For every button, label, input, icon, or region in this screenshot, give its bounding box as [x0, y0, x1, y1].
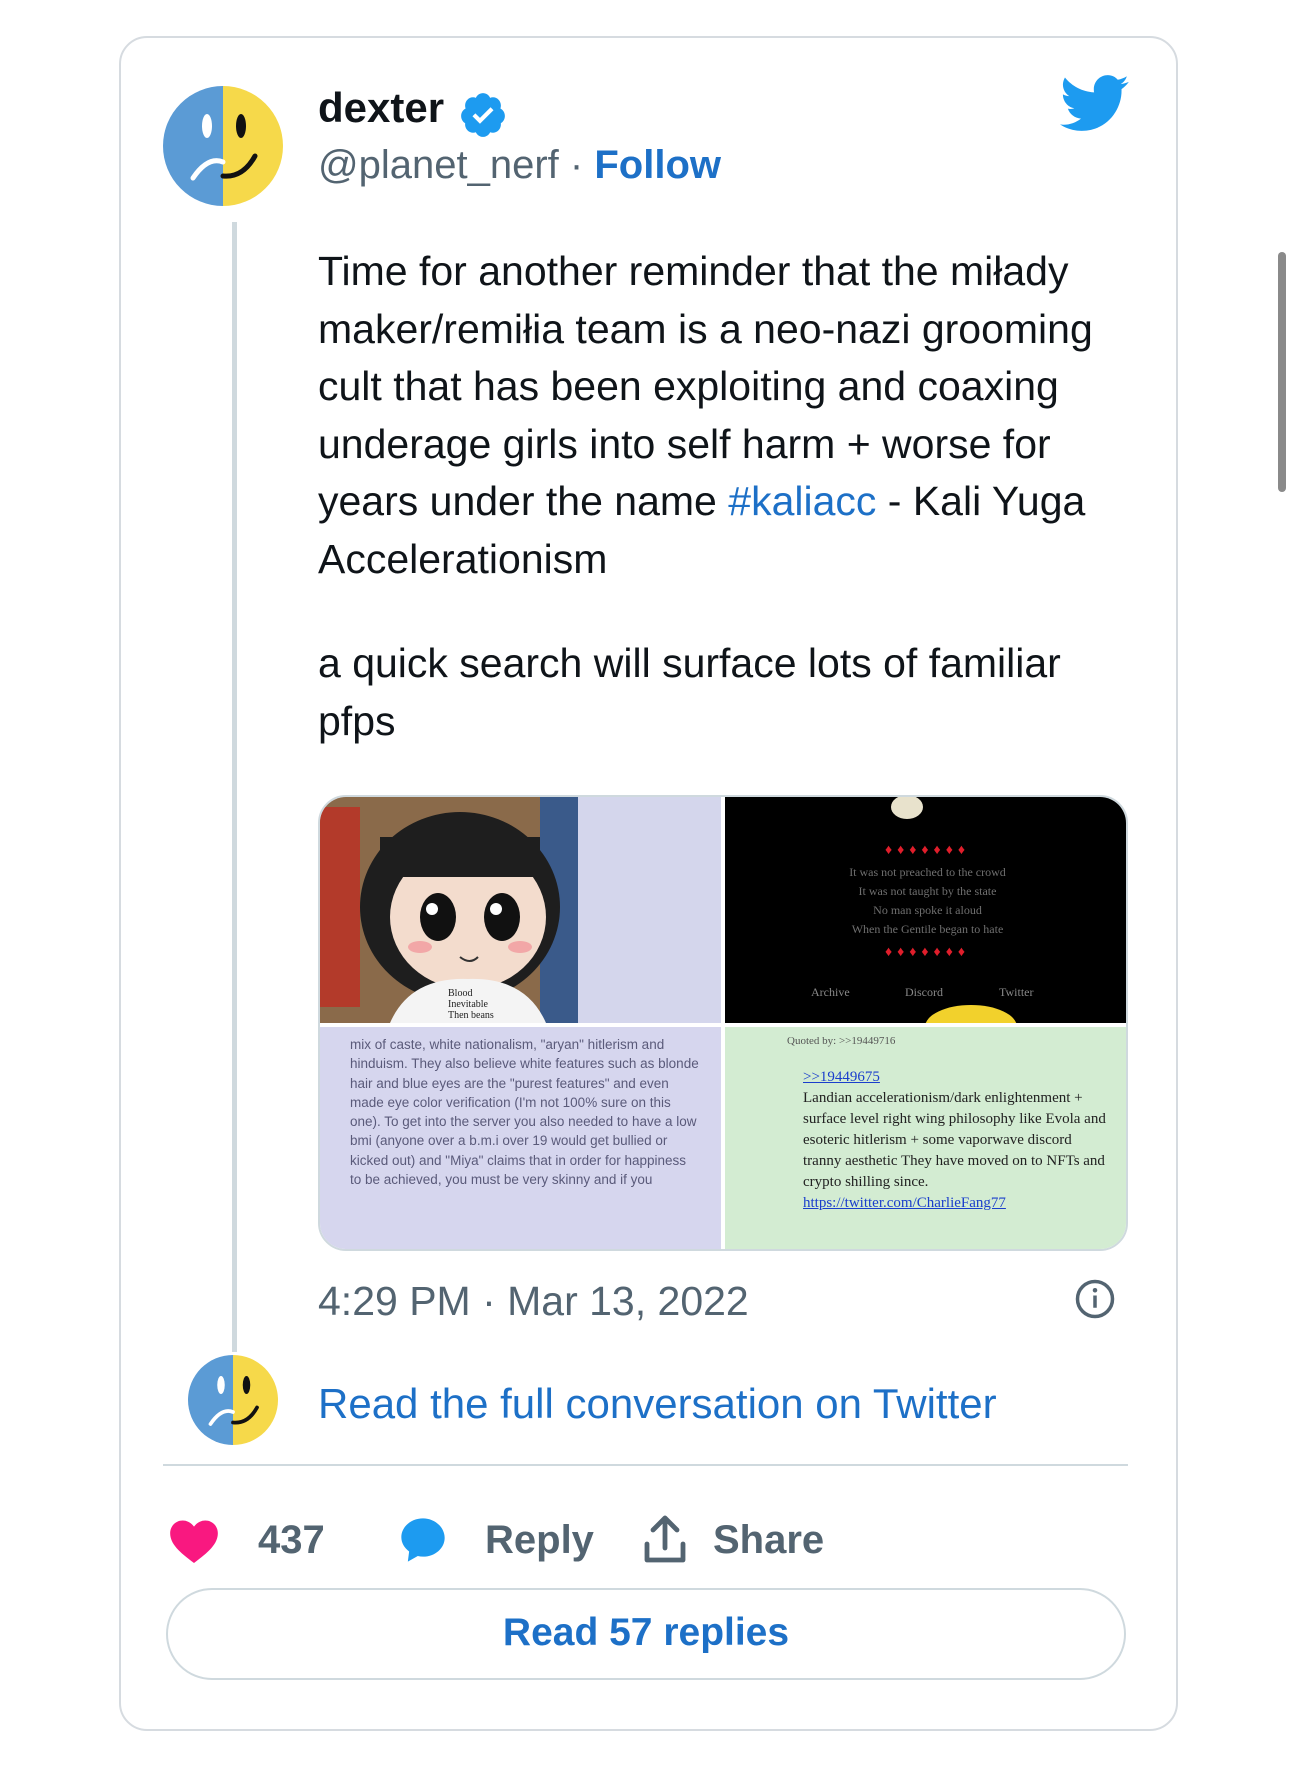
reply-bubble-icon[interactable] [397, 1514, 449, 1566]
author-name[interactable]: dexter [318, 84, 444, 132]
divider [163, 1464, 1128, 1466]
shirt-line: Blood [448, 988, 473, 999]
red-drops-top: ♦♦♦♦♦♦♦ [884, 841, 970, 857]
reply-button[interactable]: Reply [485, 1518, 594, 1563]
thread-line [232, 222, 237, 1352]
like-count[interactable]: 437 [258, 1518, 325, 1563]
read-full-conversation-link[interactable]: Read the full conversation on Twitter [318, 1380, 997, 1428]
nav-twitter: Twitter [999, 985, 1034, 999]
post-link: https://twitter.com/CharlieFang77 [803, 1195, 1006, 1211]
nav-archive: Archive [811, 985, 850, 999]
separator: · [569, 143, 584, 187]
tweet-paragraph-1: Time for another reminder that the miład… [318, 243, 1148, 588]
media-image-poem[interactable]: ♦♦♦♦♦♦♦ It was not preached to the crowd… [725, 797, 1126, 1023]
nav-discord: Discord [905, 985, 943, 999]
poem-line: No man spoke it aloud [873, 903, 982, 917]
media-image-text-screenshot[interactable]: mix of caste, white nationalism, "aryan"… [320, 1027, 721, 1249]
tweet-timestamp[interactable]: 4:29 PM · Mar 13, 2022 [318, 1278, 749, 1325]
poem-text: It was not preached to the crowd It was … [725, 863, 1126, 939]
anime-girl-illustration [320, 797, 721, 1023]
author-handle[interactable]: @planet_nerf [318, 143, 559, 187]
poem-line: It was not preached to the crowd [849, 865, 1006, 879]
author-avatar-small[interactable] [188, 1355, 278, 1445]
action-bar: 437 Reply Share [163, 1506, 1128, 1576]
shirt-line: Then beans [448, 1010, 494, 1021]
verified-badge-icon [461, 93, 505, 137]
info-icon[interactable] [1074, 1278, 1116, 1320]
forum-post-body: Landian accelerationism/dark enlightenme… [803, 1090, 1106, 1190]
quoted-by: Quoted by: >>19449716 [787, 1035, 896, 1047]
follow-button[interactable]: Follow [594, 143, 721, 187]
screenshot-text: mix of caste, white nationalism, "aryan"… [350, 1037, 699, 1188]
hashtag-link[interactable]: #kaliacc [728, 478, 876, 524]
read-replies-button[interactable]: Read 57 replies [166, 1588, 1126, 1680]
tweet-paragraph-2: a quick search will surface lots of fami… [318, 640, 1061, 744]
poem-line: It was not taught by the state [858, 884, 997, 898]
media-grid[interactable]: Blood Inevitable Then beans ♦♦♦♦♦♦♦ It w… [318, 795, 1128, 1251]
shirt-text: Blood Inevitable Then beans [448, 988, 494, 1021]
media-image-forum-post[interactable]: Quoted by: >>19449716 >>19449675 Landian… [725, 1027, 1126, 1249]
poem-line: When the Gentile began to hate [851, 922, 1004, 936]
media-image-anime-girl[interactable]: Blood Inevitable Then beans [320, 797, 721, 1023]
forum-post-text: >>19449675 Landian accelerationism/dark … [803, 1067, 1113, 1214]
post-reference: >>19449675 [803, 1069, 880, 1085]
scrollbar[interactable] [1278, 252, 1286, 492]
twitter-bird-icon[interactable] [1060, 74, 1130, 134]
share-icon[interactable] [641, 1514, 689, 1566]
shirt-line: Inevitable [448, 999, 488, 1010]
heart-icon[interactable] [168, 1516, 220, 1564]
tweet-body: Time for another reminder that the miład… [318, 243, 1148, 750]
share-button[interactable]: Share [713, 1518, 824, 1563]
author-handle-row: @planet_nerf · Follow [318, 143, 721, 188]
author-avatar[interactable] [163, 86, 283, 206]
red-drops-bottom: ♦♦♦♦♦♦♦ [884, 943, 970, 959]
